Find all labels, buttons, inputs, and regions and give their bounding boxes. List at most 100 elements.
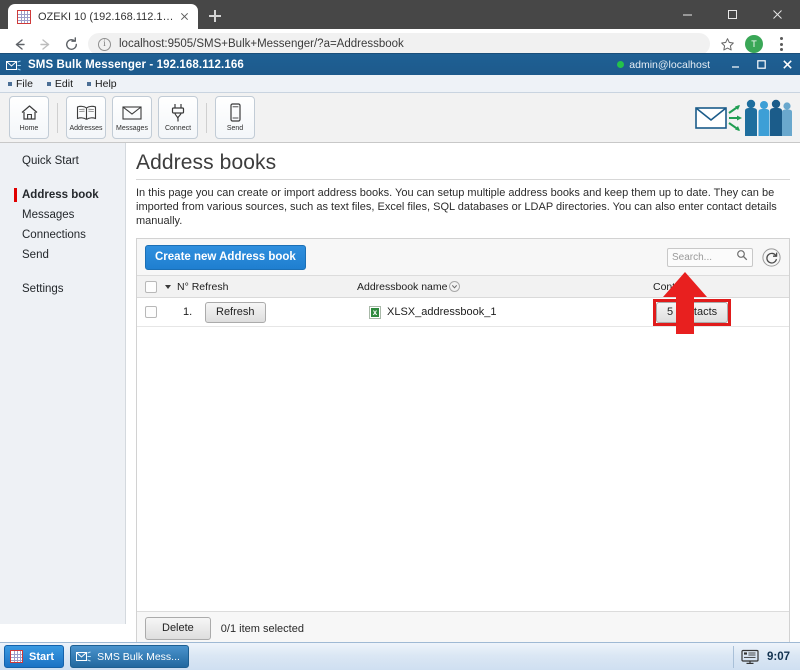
sidebar-gap xyxy=(0,171,125,185)
refresh-circular-icon[interactable] xyxy=(762,248,781,267)
row-number: 1. xyxy=(177,306,205,318)
magnifier-icon[interactable] xyxy=(736,248,748,266)
browser-tabstrip: OZEKI 10 (192.168.112.166) xyxy=(0,0,800,29)
sidebar-item-connections[interactable]: Connections xyxy=(0,225,125,245)
tab-title: OZEKI 10 (192.168.112.166) xyxy=(38,11,174,23)
system-tray: 9:07 xyxy=(733,646,796,668)
envelope-share-icon xyxy=(76,651,92,663)
sidebar-item-address-book[interactable]: Address book xyxy=(0,185,125,205)
taskbar-item-sms-bulk-messenger[interactable]: SMS Bulk Mess... xyxy=(70,645,189,668)
toolbar-home-label: Home xyxy=(20,124,39,133)
app-title: SMS Bulk Messenger - 192.168.112.166 xyxy=(28,59,244,71)
chevron-down-icon[interactable] xyxy=(165,285,177,289)
sidebar-item-quick-start[interactable]: Quick Start xyxy=(0,151,125,171)
plug-icon xyxy=(170,102,186,123)
main-content: Address books In this page you can creat… xyxy=(126,143,800,624)
browser-window: OZEKI 10 (192.168.112.166) xyxy=(0,0,800,670)
info-circle-icon[interactable] xyxy=(98,38,111,51)
toolbar-addresses-label: Addresses xyxy=(69,124,102,133)
row-refresh-cell: Refresh xyxy=(205,302,369,323)
logged-in-user: admin@localhost xyxy=(629,59,710,71)
panel-footer: Delete 0/1 item selected xyxy=(137,611,789,645)
address-bar-url: localhost:9505/SMS+Bulk+Messenger/?a=Add… xyxy=(119,38,404,50)
start-button[interactable]: Start xyxy=(4,645,64,668)
home-icon xyxy=(20,102,39,123)
toolbar-send-button[interactable]: Send xyxy=(215,96,255,139)
envelope-icon xyxy=(122,102,142,123)
start-button-label: Start xyxy=(29,651,54,663)
app-titlebar: SMS Bulk Messenger - 192.168.112.166 adm… xyxy=(0,54,800,75)
panel-toolbar-right xyxy=(667,248,781,267)
taskbar-item-label: SMS Bulk Mess... xyxy=(97,651,180,663)
windows-taskbar: Start SMS Bulk Mess... xyxy=(0,642,800,670)
column-header-addressbook-name[interactable]: Addressbook name xyxy=(357,281,649,293)
new-tab-button[interactable] xyxy=(202,4,228,29)
sms-bulk-messenger-window: SMS Bulk Messenger - 192.168.112.166 adm… xyxy=(0,53,800,643)
close-icon[interactable] xyxy=(177,9,192,24)
close-window-icon[interactable] xyxy=(755,0,800,29)
sidebar: Quick Start Address book Messages Connec… xyxy=(0,143,126,624)
toolbar-send-label: Send xyxy=(227,124,243,133)
panel-toolbar: Create new Address book xyxy=(137,239,789,276)
row-addressbook-name[interactable]: XLSX_addressbook_1 xyxy=(387,306,496,318)
sidebar-gap-2 xyxy=(0,265,125,279)
address-book-icon xyxy=(76,102,97,123)
app-menubar: File Edit Help xyxy=(0,75,800,93)
envelope-share-icon xyxy=(6,59,22,71)
toolbar-connect-label: Connect xyxy=(165,124,191,133)
star-icon[interactable] xyxy=(716,33,738,55)
page-title: Address books xyxy=(136,151,790,175)
profile-avatar[interactable]: T xyxy=(745,35,763,53)
menu-file[interactable]: File xyxy=(8,78,33,90)
selection-status-text: 0/1 item selected xyxy=(221,623,304,635)
sort-chevron-icon[interactable] xyxy=(449,281,460,292)
column-header-addressbook-name-label: Addressbook name xyxy=(357,281,447,293)
toolbar-separator-2 xyxy=(206,103,207,133)
delete-button[interactable]: Delete xyxy=(145,617,211,640)
browser-window-controls xyxy=(665,0,800,29)
address-bar[interactable]: localhost:9505/SMS+Bulk+Messenger/?a=Add… xyxy=(88,33,710,55)
ozeki-grid-favicon xyxy=(10,650,23,663)
sidebar-item-send[interactable]: Send xyxy=(0,245,125,265)
menu-edit[interactable]: Edit xyxy=(47,78,73,90)
create-new-address-book-button[interactable]: Create new Address book xyxy=(145,245,306,270)
taskbar-clock[interactable]: 9:07 xyxy=(767,651,796,663)
display-monitor-icon[interactable] xyxy=(741,649,759,665)
app-body: Quick Start Address book Messages Connec… xyxy=(0,143,800,624)
toolbar-connect-button[interactable]: Connect xyxy=(158,96,198,139)
toolbar-separator xyxy=(57,103,58,133)
table-empty-area xyxy=(137,327,789,611)
row-refresh-button[interactable]: Refresh xyxy=(205,302,266,323)
online-status-dot xyxy=(617,61,624,68)
app-close-icon[interactable] xyxy=(774,54,800,75)
three-dot-menu-icon[interactable] xyxy=(770,33,792,55)
search-box[interactable] xyxy=(667,248,753,267)
row-name-cell: XLSX_addressbook_1 xyxy=(369,306,649,319)
column-header-number-refresh[interactable]: N° Refresh xyxy=(177,281,357,293)
minimize-icon[interactable] xyxy=(665,0,710,29)
title-divider xyxy=(136,179,790,180)
app-toolbar: Home Addresses xyxy=(0,93,800,143)
mobile-phone-icon xyxy=(229,102,242,123)
app-titlebar-right: admin@localhost xyxy=(617,54,800,75)
app-maximize-icon[interactable] xyxy=(748,54,774,75)
toolbar-messages-button[interactable]: Messages xyxy=(112,96,152,139)
xlsx-file-icon xyxy=(369,306,381,319)
addressbook-panel: Create new Address book xyxy=(136,238,790,646)
page-description: In this page you can create or import ad… xyxy=(136,186,790,228)
search-input[interactable] xyxy=(672,252,734,263)
toolbar-home-button[interactable]: Home xyxy=(9,96,49,139)
sidebar-item-settings[interactable]: Settings xyxy=(0,279,125,299)
app-minimize-icon[interactable] xyxy=(722,54,748,75)
envelope-to-people-logo xyxy=(694,97,792,138)
toolbar-messages-label: Messages xyxy=(116,124,148,133)
row-checkbox[interactable] xyxy=(137,306,165,318)
browser-tab[interactable]: OZEKI 10 (192.168.112.166) xyxy=(8,4,198,29)
ozeki-grid-favicon xyxy=(17,10,31,24)
select-all-checkbox[interactable] xyxy=(137,281,165,293)
toolbar-addresses-button[interactable]: Addresses xyxy=(66,96,106,139)
maximize-icon[interactable] xyxy=(710,0,755,29)
red-up-arrow xyxy=(662,272,708,334)
menu-help[interactable]: Help xyxy=(87,78,117,90)
sidebar-item-messages[interactable]: Messages xyxy=(0,205,125,225)
